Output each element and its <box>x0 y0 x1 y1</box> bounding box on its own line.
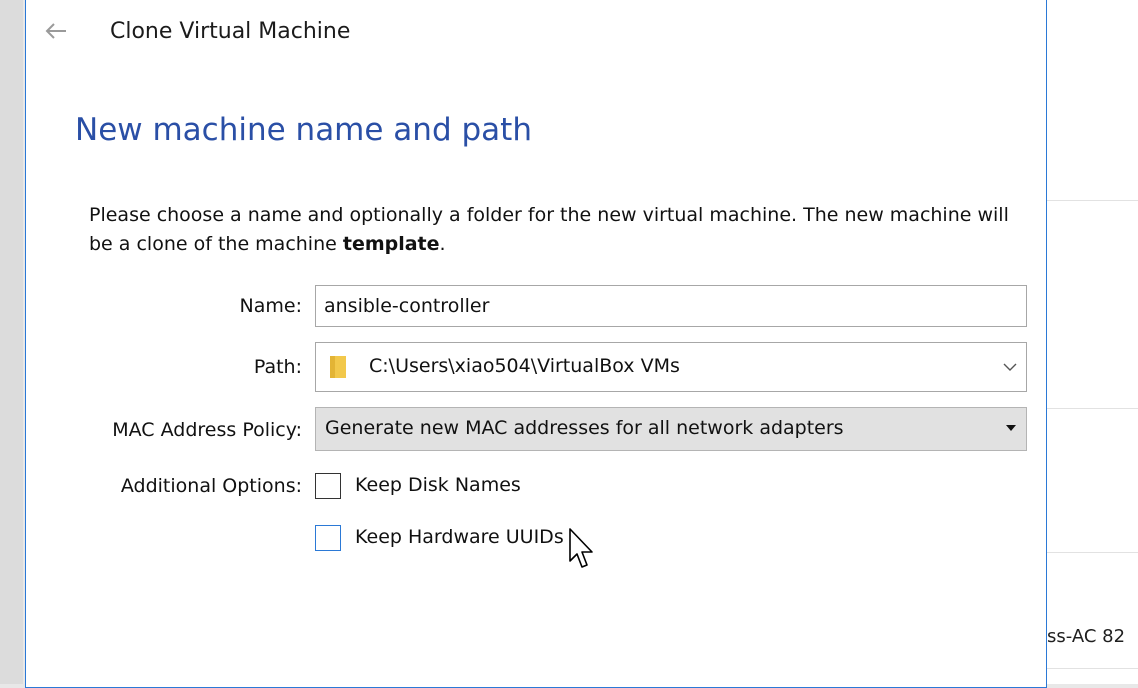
description-end: . <box>439 233 446 255</box>
path-combobox[interactable]: C:\Users\xiao504\VirtualBox VMs <box>315 342 1027 392</box>
name-label: Name: <box>239 295 302 317</box>
description-part: Please choose a name and optionally a fo… <box>89 204 1009 255</box>
background-divider <box>1040 552 1138 553</box>
keep-disk-names-label[interactable]: Keep Disk Names <box>355 474 521 496</box>
background-partial-text: ss-AC 82 <box>1047 626 1126 647</box>
background-divider <box>1040 668 1138 669</box>
path-value: C:\Users\xiao504\VirtualBox VMs <box>369 355 680 377</box>
clone-vm-dialog: Clone Virtual Machine New machine name a… <box>25 0 1047 688</box>
keep-hardware-uuids-label[interactable]: Keep Hardware UUIDs <box>355 526 564 548</box>
page-heading: New machine name and path <box>75 112 532 148</box>
path-label: Path: <box>253 356 302 378</box>
name-field[interactable] <box>315 285 1027 327</box>
mouse-cursor-icon <box>569 528 593 568</box>
chevron-down-icon[interactable] <box>1002 359 1018 375</box>
caret-down-icon <box>1006 425 1016 431</box>
back-arrow-icon[interactable] <box>44 21 68 41</box>
keep-hardware-uuids-checkbox[interactable] <box>315 525 341 551</box>
name-input[interactable] <box>316 286 1026 326</box>
mac-policy-label: MAC Address Policy: <box>112 419 302 441</box>
background-divider <box>1040 200 1138 201</box>
folder-icon <box>330 356 346 378</box>
keep-disk-names-checkbox[interactable] <box>315 473 341 499</box>
mac-policy-value: Generate new MAC addresses for all netwo… <box>325 417 844 439</box>
background-divider <box>1040 408 1138 409</box>
description-machine-name: template <box>342 233 440 255</box>
dialog-title: Clone Virtual Machine <box>110 19 351 44</box>
background-window-left <box>0 0 23 684</box>
additional-options-label: Additional Options: <box>120 475 302 497</box>
background-window: ss-AC 82 <box>1040 0 1138 684</box>
mac-policy-select[interactable]: Generate new MAC addresses for all netwo… <box>315 407 1027 451</box>
description-text: Please choose a name and optionally a fo… <box>89 201 1009 259</box>
